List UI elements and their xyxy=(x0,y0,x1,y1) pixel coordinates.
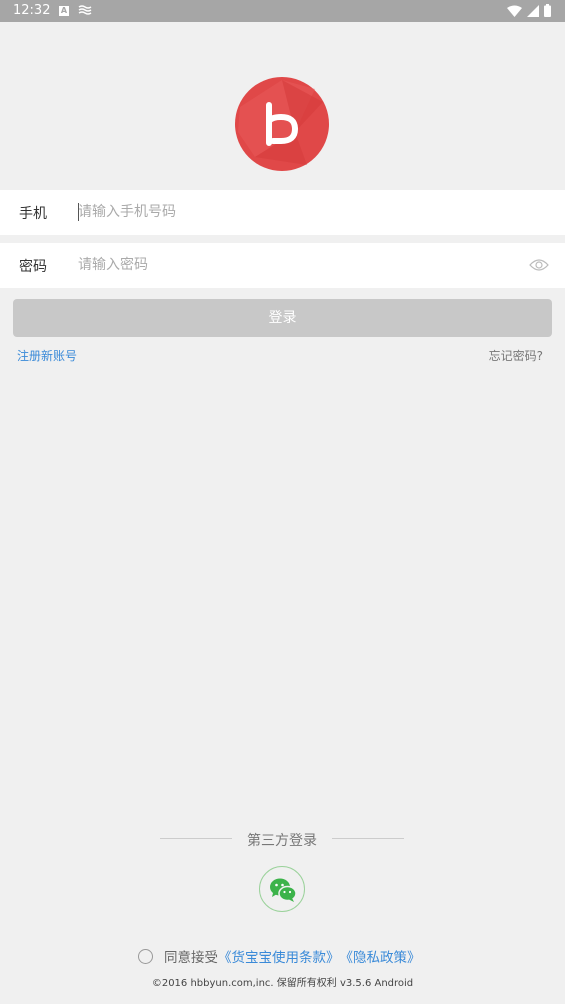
a-icon: A xyxy=(59,6,69,16)
wifi-icon xyxy=(507,5,522,17)
divider-left xyxy=(160,838,232,839)
login-screen: 12:32 A 手机 请输入手机号码 密码 登录 注册新账号 忘记密码? 第三方… xyxy=(0,0,565,1004)
wechat-login-button[interactable] xyxy=(259,866,305,912)
signal-icon xyxy=(527,4,539,17)
wave-icon xyxy=(78,5,92,15)
copyright-text: ©2016 hbbyun.com,inc. 保留所有权利 v3.5.6 Andr… xyxy=(151,978,414,989)
status-bar: 12:32 A xyxy=(0,0,565,22)
battery-icon xyxy=(544,4,551,17)
agree-prefix: 同意接受 xyxy=(164,950,218,966)
eye-icon[interactable] xyxy=(529,258,549,272)
login-button[interactable]: 登录 xyxy=(13,299,552,337)
wechat-icon xyxy=(270,878,297,902)
terms-link[interactable]: 《货宝宝使用条款》 xyxy=(218,946,340,966)
text-caret xyxy=(78,203,79,221)
agreement-row: 同意接受 《货宝宝使用条款》 《隐私政策》 xyxy=(138,946,421,966)
phone-label: 手机 xyxy=(19,206,47,222)
forgot-password-link[interactable]: 忘记密码? xyxy=(489,347,543,364)
agree-radio[interactable] xyxy=(138,948,153,964)
app-logo xyxy=(235,77,329,171)
phone-row: 手机 xyxy=(0,190,565,235)
status-time: 12:32 xyxy=(13,3,51,18)
phone-input[interactable] xyxy=(78,200,498,224)
password-row: 密码 xyxy=(0,243,565,288)
privacy-link[interactable]: 《隐私政策》 xyxy=(340,946,421,966)
password-input[interactable] xyxy=(78,253,498,277)
password-label: 密码 xyxy=(19,259,47,275)
register-link[interactable]: 注册新账号 xyxy=(17,347,77,364)
status-right-icons xyxy=(507,4,551,17)
third-party-title: 第三方登录 xyxy=(247,833,317,849)
divider-right xyxy=(332,838,404,839)
